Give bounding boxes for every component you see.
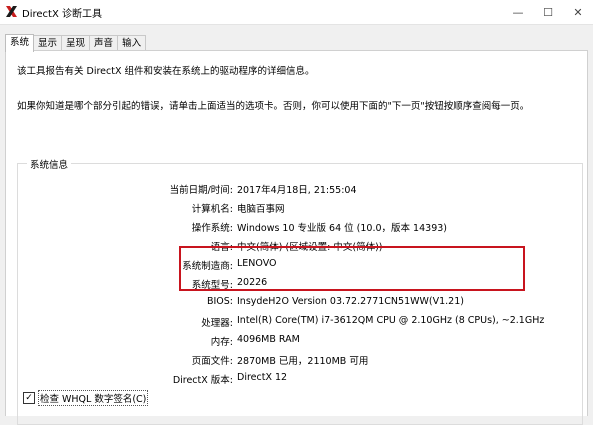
info-row-computer-name: 计算机名: 电脑百事网 xyxy=(18,201,578,215)
highlight-box xyxy=(179,246,525,291)
directx-x-icon xyxy=(6,6,17,17)
tab-strip: 系统 显示 呈现 声音 输入 xyxy=(5,34,147,52)
intro-text-2: 如果你知道是哪个部分引起的错误，请单击上面适当的选项卡。否则，你可以使用下面的"… xyxy=(17,101,530,112)
info-value: 2870MB 已用，2110MB 可用 xyxy=(237,356,369,367)
system-tab-panel: 该工具报告有关 DirectX 组件和安装在系统上的驱动程序的详细信息。 如果你… xyxy=(5,50,588,425)
info-row-bios: BIOS: InsydeH2O Version 03.72.2771CN51WW… xyxy=(18,296,578,310)
info-row-processor: 处理器: Intel(R) Core(TM) i7-3612QM CPU @ 2… xyxy=(18,315,578,329)
info-label: BIOS: xyxy=(206,296,233,307)
info-row-datetime: 当前日期/时间: 2017年4月18日, 21:55:04 xyxy=(18,182,578,196)
whql-checkbox-label[interactable]: 检查 WHQL 数字签名(C) xyxy=(38,390,149,406)
checkmark-icon: ✓ xyxy=(25,393,33,403)
system-info-group-label: 系统信息 xyxy=(27,157,72,171)
info-value: DirectX 12 xyxy=(237,372,288,383)
info-row-directx-version: DirectX 版本: DirectX 12 xyxy=(18,372,578,386)
info-value: InsydeH2O Version 03.72.2771CN51WW(V1.21… xyxy=(237,296,464,307)
info-label: 处理器: xyxy=(201,318,233,329)
info-label: DirectX 版本: xyxy=(172,375,233,386)
maximize-icon: ☐ xyxy=(543,5,553,19)
whql-checkbox[interactable]: ✓ xyxy=(23,392,35,404)
info-label: 计算机名: xyxy=(191,204,233,215)
title-bar: DirectX 诊断工具 — ☐ ✕ xyxy=(0,0,593,25)
close-icon: ✕ xyxy=(573,5,583,19)
close-button[interactable]: ✕ xyxy=(563,0,593,24)
info-value: 电脑百事网 xyxy=(237,204,285,215)
info-label: 内存: xyxy=(210,337,233,348)
whql-checkbox-row[interactable]: ✓ 检查 WHQL 数字签名(C) xyxy=(23,390,149,406)
info-label: 页面文件: xyxy=(191,356,233,367)
intro-text-1: 该工具报告有关 DirectX 组件和安装在系统上的驱动程序的详细信息。 xyxy=(17,66,315,77)
info-row-os: 操作系统: Windows 10 专业版 64 位 (10.0，版本 14393… xyxy=(18,220,578,234)
minimize-button[interactable]: — xyxy=(503,0,533,24)
window-title: DirectX 诊断工具 xyxy=(22,9,102,20)
info-row-memory: 内存: 4096MB RAM xyxy=(18,334,578,348)
system-info-group: 系统信息 当前日期/时间: 2017年4月18日, 21:55:04 计算机名:… xyxy=(17,157,583,425)
tab-system[interactable]: 系统 xyxy=(5,34,35,52)
maximize-button[interactable]: ☐ xyxy=(533,0,563,24)
info-label: 当前日期/时间: xyxy=(169,185,233,196)
info-value: Intel(R) Core(TM) i7-3612QM CPU @ 2.10GH… xyxy=(237,315,545,326)
info-value: 2017年4月18日, 21:55:04 xyxy=(237,185,357,196)
info-row-page-file: 页面文件: 2870MB 已用，2110MB 可用 xyxy=(18,353,578,367)
minimize-icon: — xyxy=(512,5,524,19)
info-value: 4096MB RAM xyxy=(237,334,300,345)
info-value: Windows 10 专业版 64 位 (10.0，版本 14393) xyxy=(237,223,447,234)
info-label: 操作系统: xyxy=(191,223,233,234)
